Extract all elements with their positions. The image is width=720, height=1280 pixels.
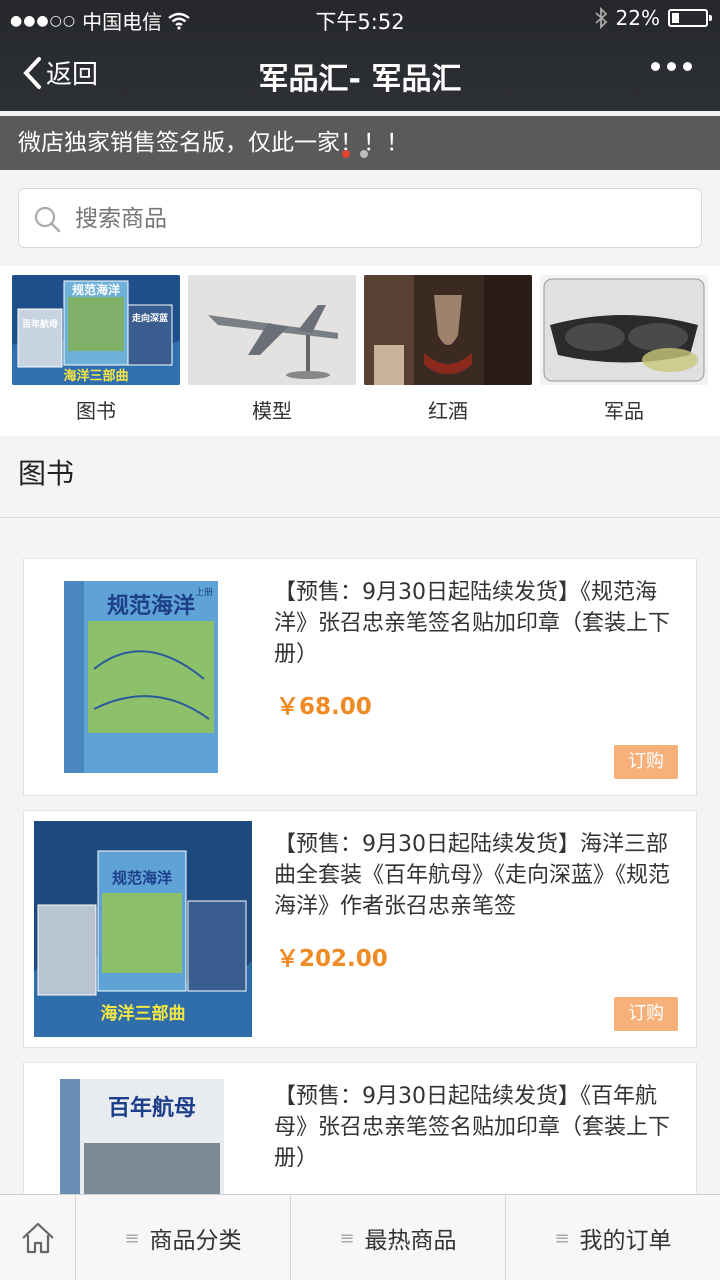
- cover-title: 规范海洋: [112, 869, 172, 887]
- more-dot-icon: [651, 62, 660, 71]
- product-card[interactable]: 规范海洋 海洋三部曲 【预售：9月30日起陆续发货】海洋三部曲全套装《百年航母》…: [23, 810, 697, 1048]
- category-label: 军品: [604, 399, 644, 423]
- top-bar: ●●●○○ 中国电信 下午5:52 22% 返回 军品汇- 军品汇: [0, 0, 720, 111]
- cover-subtitle: 海洋三部曲: [101, 1003, 186, 1024]
- category-label: 模型: [252, 399, 292, 423]
- product-image: 百年航母: [34, 1073, 252, 1194]
- search-icon: [34, 206, 61, 233]
- status-bar: ●●●○○ 中国电信 下午5:52 22%: [0, 0, 720, 36]
- menu-icon: ≡: [339, 1227, 355, 1249]
- pager-dot-active[interactable]: [342, 150, 350, 158]
- category-strip: 规范海洋 百年航母 走向深蓝 海洋三部曲 图书 模型 红酒 军品: [0, 266, 720, 436]
- product-price: ￥202.00: [276, 946, 388, 972]
- cover-title: 规范海洋: [107, 593, 195, 619]
- category-item-books[interactable]: 规范海洋 百年航母 走向深蓝 海洋三部曲 图书: [12, 275, 180, 424]
- books-thumbnail: 规范海洋 百年航母 走向深蓝 海洋三部曲: [12, 275, 180, 385]
- tab-label: 商品分类: [149, 1228, 242, 1254]
- battery-icon: [668, 9, 712, 27]
- section-title: 图书: [0, 436, 720, 518]
- category-item-models[interactable]: 模型: [188, 275, 356, 424]
- category-item-military-gear[interactable]: 军品: [540, 275, 708, 424]
- category-item-wine[interactable]: 红酒: [364, 275, 532, 424]
- home-icon: [21, 1222, 54, 1254]
- category-label: 红酒: [428, 399, 468, 423]
- models-thumbnail: [188, 275, 356, 385]
- tab-my-orders[interactable]: ≡ 我的订单: [506, 1195, 720, 1280]
- cover-title: 百年航母: [108, 1095, 196, 1121]
- more-dot-icon: [683, 62, 692, 71]
- page-title: 军品汇- 军品汇: [258, 62, 462, 97]
- product-name: 【预售：9月30日起陆续发货】海洋三部曲全套装《百年航母》《走向深蓝》《规范海洋…: [274, 832, 671, 919]
- product-name: 【预售：9月30日起陆续发货】《百年航母》张召忠亲笔签名贴加印章（套装上下册）: [274, 1084, 671, 1171]
- more-dot-icon: [667, 62, 676, 71]
- menu-icon: ≡: [124, 1227, 140, 1249]
- tab-label: 我的订单: [579, 1228, 672, 1254]
- order-button[interactable]: 订购: [614, 997, 678, 1031]
- product-name: 【预售：9月30日起陆续发货】《规范海洋》张召忠亲笔签名贴加印章（套装上下册）: [274, 580, 671, 667]
- order-button[interactable]: 订购: [614, 745, 678, 779]
- tab-hot-products[interactable]: ≡ 最热商品: [291, 1195, 506, 1280]
- svg-text:百年航母: 百年航母: [22, 318, 58, 330]
- more-menu-button[interactable]: [651, 62, 692, 71]
- pager-dot[interactable]: [360, 150, 368, 158]
- product-price: ￥68.00: [276, 694, 372, 720]
- product-card[interactable]: 百年航母 【预售：9月30日起陆续发货】《百年航母》张召忠亲笔签名贴加印章（套装…: [23, 1062, 697, 1194]
- svg-text:走向深蓝: 走向深蓝: [131, 312, 168, 324]
- tab-label: 最热商品: [364, 1228, 457, 1254]
- search-area: [0, 170, 720, 266]
- search-input[interactable]: [75, 199, 675, 239]
- announcement-banner[interactable]: 微店独家销售签名版，仅此一家！！！: [0, 116, 720, 170]
- nav-bar: 返回 军品汇- 军品汇: [0, 40, 720, 106]
- category-label: 图书: [76, 399, 116, 423]
- product-image: 规范海洋 海洋三部曲: [34, 821, 252, 1037]
- cover-tag: 上册: [195, 587, 213, 598]
- wine-thumbnail: [364, 275, 532, 385]
- product-card[interactable]: 规范海洋 上册 【预售：9月30日起陆续发货】《规范海洋》张召忠亲笔签名贴加印章…: [23, 558, 697, 796]
- product-image: 规范海洋 上册: [34, 569, 252, 785]
- tab-categories[interactable]: ≡ 商品分类: [76, 1195, 291, 1280]
- banner-pager: [342, 150, 368, 158]
- product-list: 规范海洋 上册 【预售：9月30日起陆续发货】《规范海洋》张召忠亲笔签名贴加印章…: [0, 518, 720, 1194]
- bottom-tab-bar: ≡ 商品分类 ≡ 最热商品 ≡ 我的订单: [0, 1194, 720, 1280]
- tab-home[interactable]: [0, 1195, 76, 1280]
- search-box[interactable]: [18, 188, 702, 248]
- battery-percent: 22%: [615, 6, 660, 30]
- bluetooth-icon: [594, 7, 607, 29]
- menu-icon: ≡: [554, 1227, 570, 1249]
- svg-text:规范海洋: 规范海洋: [72, 282, 120, 297]
- military-gear-thumbnail: [540, 275, 708, 385]
- svg-text:海洋三部曲: 海洋三部曲: [63, 368, 128, 384]
